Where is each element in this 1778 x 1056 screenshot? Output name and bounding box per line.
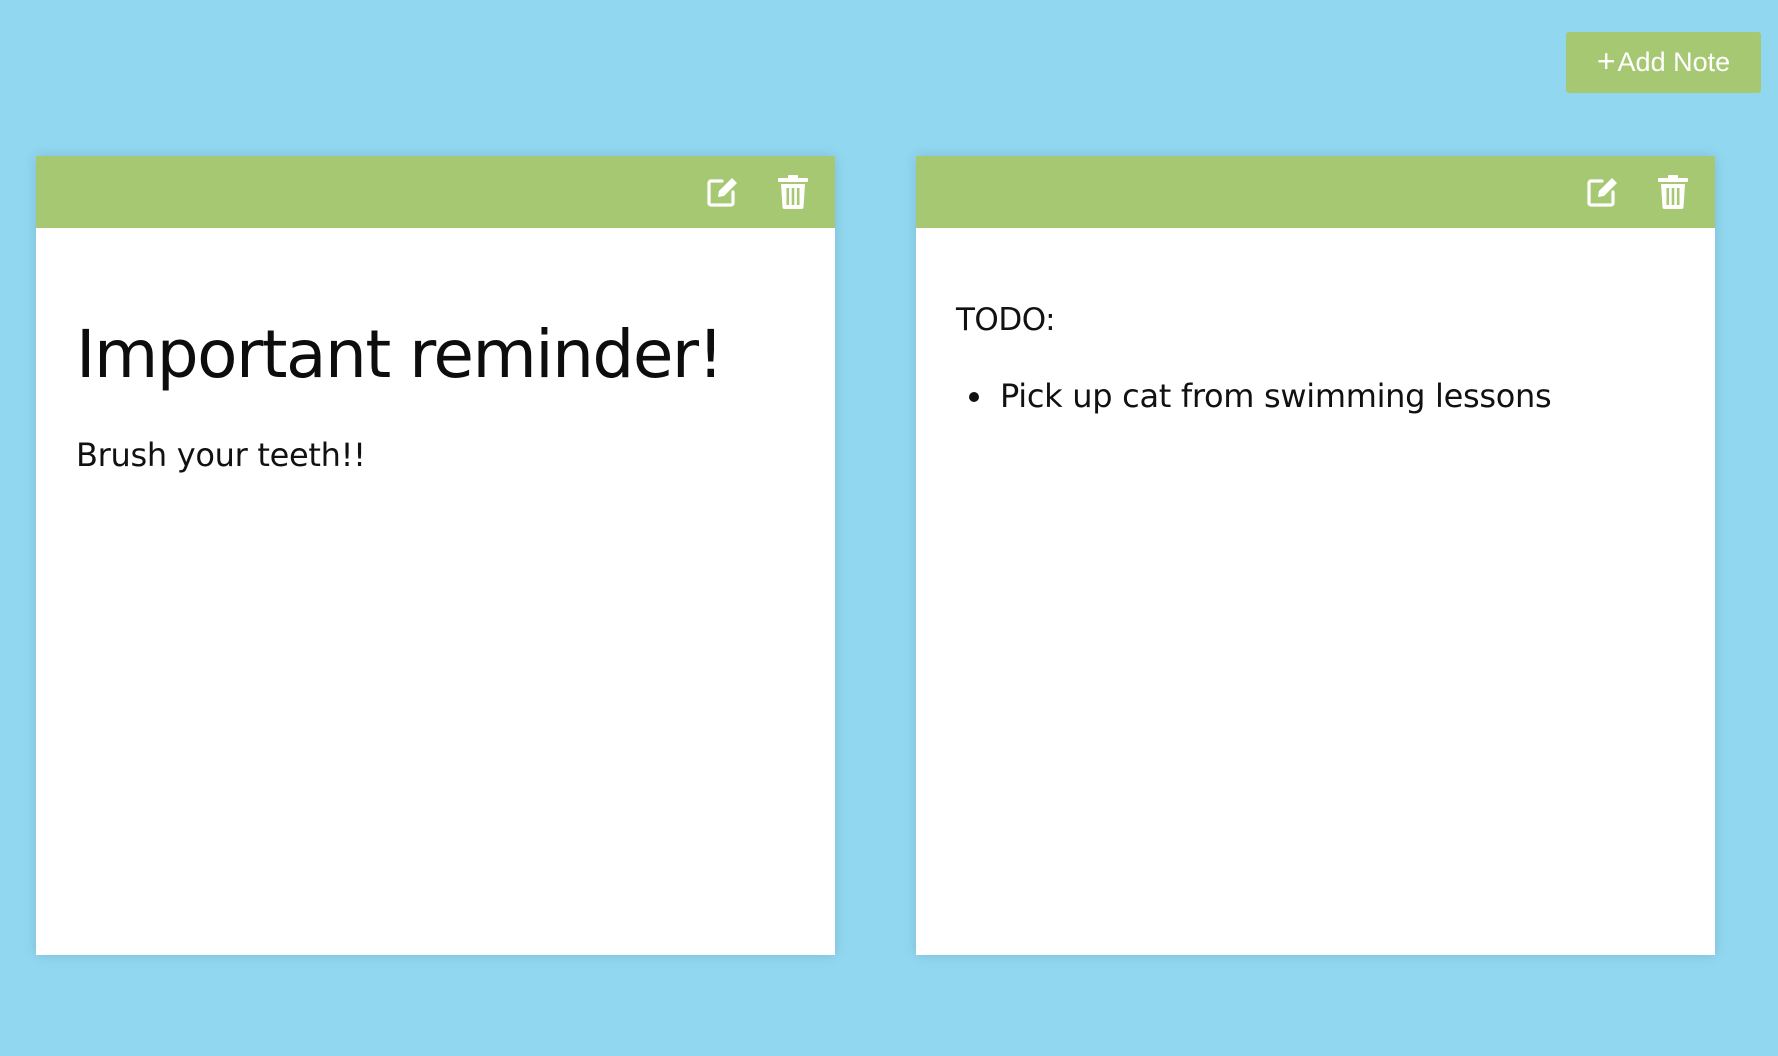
note-title: Important reminder! [76, 316, 724, 393]
plus-icon: + [1596, 43, 1616, 79]
note-content[interactable]: TODO: Pick up cat from swimming lessons [916, 228, 1715, 418]
note-card: TODO: Pick up cat from swimming lessons [916, 156, 1715, 955]
add-note-label: Add Note [1617, 47, 1731, 77]
note-toolbar [36, 156, 835, 228]
note-content[interactable]: Important reminder! Brush your teeth!! [36, 228, 835, 476]
edit-icon [707, 178, 737, 207]
delete-note-button[interactable] [773, 172, 813, 212]
note-card: Important reminder! Brush your teeth!! [36, 156, 835, 955]
add-note-button[interactable]: + Add Note [1566, 32, 1761, 93]
edit-icon [1587, 178, 1617, 207]
edit-note-button[interactable] [1582, 172, 1622, 212]
trash-icon [1658, 175, 1688, 209]
list-item: Pick up cat from swimming lessons [996, 376, 1675, 418]
trash-icon [778, 175, 808, 209]
note-toolbar [916, 156, 1715, 228]
note-text: Brush your teeth!! [76, 435, 366, 474]
todo-list: Pick up cat from swimming lessons [956, 376, 1675, 418]
delete-note-button[interactable] [1653, 172, 1693, 212]
todo-label: TODO: [956, 302, 1056, 338]
edit-note-button[interactable] [702, 172, 742, 212]
